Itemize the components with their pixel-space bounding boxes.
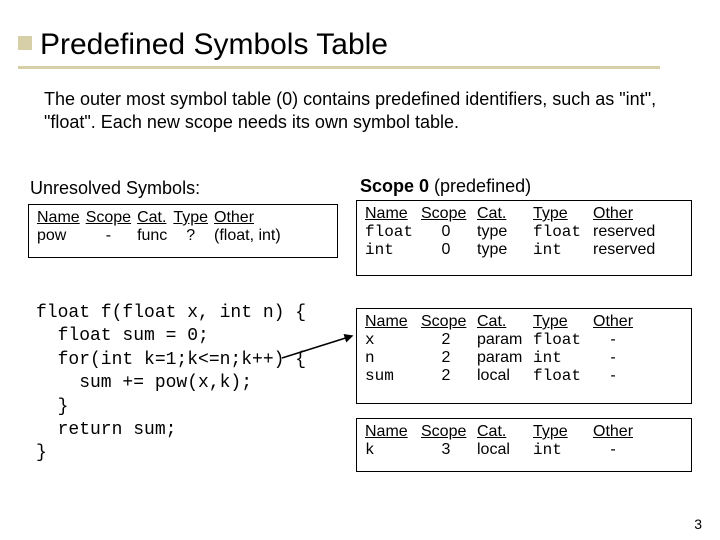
col-type: Type xyxy=(533,313,593,331)
cell-type: float xyxy=(533,367,593,385)
table-row: n 2 param int - xyxy=(365,349,639,367)
table-row: int 0 type int reserved xyxy=(365,241,661,259)
code-block: float f(float x, int n) { float sum = 0;… xyxy=(36,302,306,466)
scope0-table-box: Name Scope Cat. Type Other float 0 type … xyxy=(356,200,692,276)
cell-name: float xyxy=(365,223,421,241)
cell-cat: type xyxy=(477,241,533,259)
code-line: } xyxy=(36,443,47,463)
cell-scope: 0 xyxy=(421,241,477,259)
cell-other: - xyxy=(593,331,639,349)
cell-scope: 3 xyxy=(421,441,477,459)
cell-cat: param xyxy=(477,331,533,349)
page-title: Predefined Symbols Table xyxy=(40,28,388,62)
cell-scope: 0 xyxy=(421,223,477,241)
col-other: Other xyxy=(593,205,661,223)
intro-paragraph: The outer most symbol table (0) contains… xyxy=(44,88,674,133)
cell-scope: - xyxy=(86,227,137,245)
table-row: float 0 type float reserved xyxy=(365,223,661,241)
scope3-table: Name Scope Cat. Type Other k 3 local int… xyxy=(365,423,639,459)
col-cat: Cat. xyxy=(477,423,533,441)
col-other: Other xyxy=(593,423,639,441)
title-accent-bar xyxy=(18,66,660,69)
cell-type: float xyxy=(533,223,593,241)
col-cat: Cat. xyxy=(477,205,533,223)
code-line: for(int k=1;k<=n;k++) { xyxy=(36,350,306,370)
cell-type: float xyxy=(533,331,593,349)
code-line: float f(float x, int n) { xyxy=(36,303,306,323)
cell-cat: type xyxy=(477,223,533,241)
col-name: Name xyxy=(365,423,421,441)
cell-cat: func xyxy=(137,227,173,245)
col-scope: Scope xyxy=(421,313,477,331)
col-name: Name xyxy=(37,209,86,227)
cell-type: int xyxy=(533,441,593,459)
scope0-table: Name Scope Cat. Type Other float 0 type … xyxy=(365,205,661,259)
code-line: sum += pow(x,k); xyxy=(36,373,252,393)
col-cat: Cat. xyxy=(477,313,533,331)
col-scope: Scope xyxy=(421,423,477,441)
cell-cat: local xyxy=(477,367,533,385)
col-type: Type xyxy=(173,209,214,227)
cell-scope: 2 xyxy=(421,331,477,349)
cell-other: reserved xyxy=(593,241,661,259)
unresolved-table: Name Scope Cat. Type Other pow - func ? … xyxy=(37,209,287,245)
cell-other: - xyxy=(593,367,639,385)
cell-other: - xyxy=(593,441,639,459)
cell-other: - xyxy=(593,349,639,367)
table-row: k 3 local int - xyxy=(365,441,639,459)
cell-cat: local xyxy=(477,441,533,459)
code-line: float sum = 0; xyxy=(36,326,209,346)
col-scope: Scope xyxy=(86,209,137,227)
cell-other: (float, int) xyxy=(214,227,287,245)
cell-type: int xyxy=(533,241,593,259)
cell-other: reserved xyxy=(593,223,661,241)
cell-type: int xyxy=(533,349,593,367)
cell-name: k xyxy=(365,441,421,459)
scope2-table-box: Name Scope Cat. Type Other x 2 param flo… xyxy=(356,308,692,404)
scope0-heading: Scope 0 (predefined) xyxy=(360,176,531,197)
cell-scope: 2 xyxy=(421,349,477,367)
col-name: Name xyxy=(365,205,421,223)
unresolved-heading: Unresolved Symbols: xyxy=(30,178,200,199)
cell-scope: 2 xyxy=(421,367,477,385)
code-line: } xyxy=(36,397,68,417)
col-type: Type xyxy=(533,423,593,441)
scope3-table-box: Name Scope Cat. Type Other k 3 local int… xyxy=(356,418,692,472)
col-other: Other xyxy=(214,209,287,227)
col-scope: Scope xyxy=(421,205,477,223)
code-line: return sum; xyxy=(36,420,176,440)
scope0-heading-bold: Scope 0 xyxy=(360,176,434,196)
col-name: Name xyxy=(365,313,421,331)
unresolved-table-box: Name Scope Cat. Type Other pow - func ? … xyxy=(28,204,338,258)
col-type: Type xyxy=(533,205,593,223)
cell-name: pow xyxy=(37,227,86,245)
col-other: Other xyxy=(593,313,639,331)
cell-name: x xyxy=(365,331,421,349)
page-number: 3 xyxy=(694,516,702,532)
cell-name: int xyxy=(365,241,421,259)
cell-name: n xyxy=(365,349,421,367)
col-cat: Cat. xyxy=(137,209,173,227)
cell-name: sum xyxy=(365,367,421,385)
table-row: sum 2 local float - xyxy=(365,367,639,385)
table-row: x 2 param float - xyxy=(365,331,639,349)
title-accent-square xyxy=(18,36,32,50)
table-row: pow - func ? (float, int) xyxy=(37,227,287,245)
cell-cat: param xyxy=(477,349,533,367)
scope2-table: Name Scope Cat. Type Other x 2 param flo… xyxy=(365,313,639,385)
scope0-heading-rest: (predefined) xyxy=(434,176,531,196)
cell-type: ? xyxy=(173,227,214,245)
